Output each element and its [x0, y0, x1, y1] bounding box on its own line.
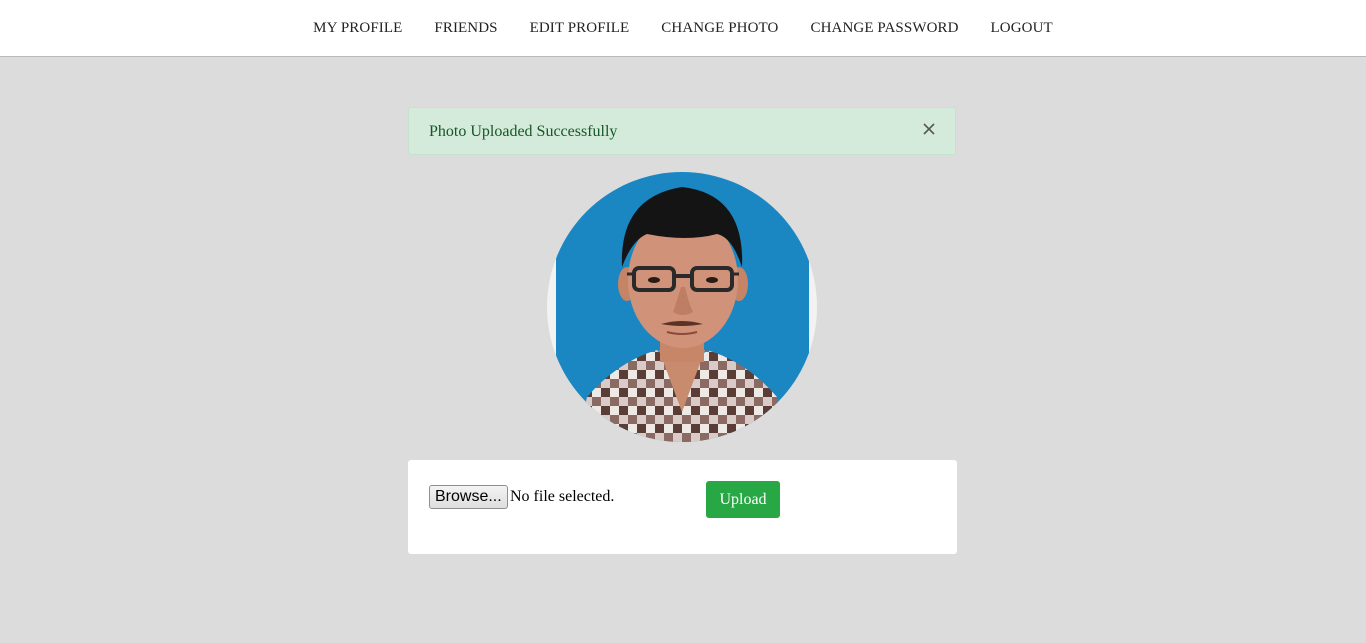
browse-button[interactable]: Browse...: [429, 485, 508, 509]
close-icon[interactable]: [921, 121, 937, 137]
nav-menu: MY PROFILE FRIENDS EDIT PROFILE CHANGE P…: [0, 0, 1366, 56]
upload-form-card: Browse... No file selected. Upload: [408, 460, 957, 554]
alert-message: Photo Uploaded Successfully: [429, 123, 618, 140]
nav-logout[interactable]: LOGOUT: [975, 0, 1069, 56]
nav-friends[interactable]: FRIENDS: [418, 0, 513, 56]
nav-change-photo[interactable]: CHANGE PHOTO: [645, 0, 794, 56]
upload-button[interactable]: Upload: [706, 481, 780, 518]
nav-edit-profile[interactable]: EDIT PROFILE: [514, 0, 646, 56]
top-navigation-bar: MY PROFILE FRIENDS EDIT PROFILE CHANGE P…: [0, 0, 1366, 57]
nav-my-profile[interactable]: MY PROFILE: [297, 0, 418, 56]
success-alert: Photo Uploaded Successfully: [408, 107, 956, 155]
nav-change-password[interactable]: CHANGE PASSWORD: [794, 0, 974, 56]
file-status-text: No file selected.: [510, 488, 615, 505]
profile-photo: [547, 172, 817, 442]
